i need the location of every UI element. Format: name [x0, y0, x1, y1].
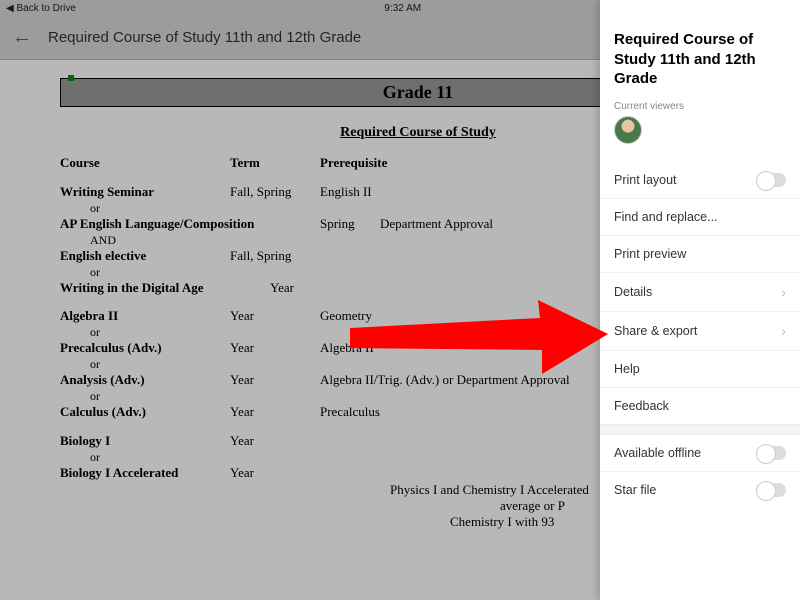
panel-title: Required Course of Study 11th and 12th G…	[600, 0, 800, 101]
menu-available-offline[interactable]: Available offline	[600, 434, 800, 471]
cursor-marker	[68, 75, 74, 81]
back-arrow-icon[interactable]: ←	[12, 26, 32, 49]
viewers-label: Current viewers	[600, 101, 800, 116]
menu-print-preview[interactable]: Print preview	[600, 235, 800, 272]
menu-print-layout[interactable]: Print layout	[600, 162, 800, 198]
menu-feedback[interactable]: Feedback	[600, 387, 800, 424]
chevron-right-icon: ›	[781, 323, 786, 339]
chevron-right-icon: ›	[781, 284, 786, 300]
menu-details[interactable]: Details›	[600, 272, 800, 311]
menu-star-file[interactable]: Star file	[600, 471, 800, 508]
toggle-offline[interactable]	[756, 446, 786, 460]
menu-help[interactable]: Help	[600, 350, 800, 387]
document-title: Required Course of Study 11th and 12th G…	[48, 29, 361, 46]
viewer-avatar[interactable]	[614, 116, 642, 144]
toggle-star[interactable]	[756, 483, 786, 497]
toggle-print-layout[interactable]	[756, 173, 786, 187]
menu-find-replace[interactable]: Find and replace...	[600, 198, 800, 235]
back-to-drive[interactable]: ◀ Back to Drive	[6, 3, 76, 14]
side-panel: Required Course of Study 11th and 12th G…	[600, 0, 800, 600]
menu-share-export[interactable]: Share & export›	[600, 311, 800, 350]
